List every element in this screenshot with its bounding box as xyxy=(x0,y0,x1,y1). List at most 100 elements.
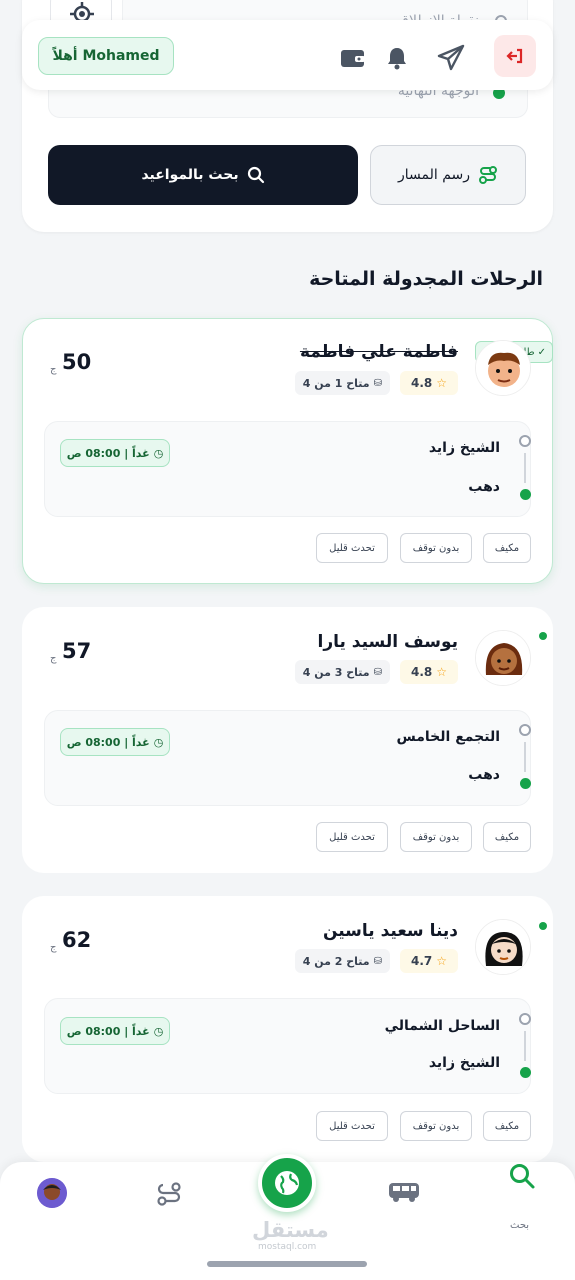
route-line xyxy=(524,742,526,772)
tag-ac: مكيف xyxy=(483,1111,531,1141)
driver-avatar-icon xyxy=(476,341,530,395)
star-icon: ☆ xyxy=(436,665,448,679)
destination-city: دهب xyxy=(468,479,500,495)
rating-value: 4.7 xyxy=(410,954,433,968)
currency: ج xyxy=(50,364,57,375)
tag-quiet: تحدث قليل xyxy=(316,1111,388,1141)
nav-profile[interactable] xyxy=(37,1178,67,1208)
avatar xyxy=(475,340,531,396)
route-icon xyxy=(479,166,498,184)
departure-time-label: غداً | 08:00 ص xyxy=(66,446,150,460)
globe-icon xyxy=(275,1171,299,1195)
nav-routes[interactable] xyxy=(155,1180,183,1208)
seat-icon: ⛁ xyxy=(373,666,382,678)
profile-avatar-icon xyxy=(37,1178,67,1208)
clock-icon: ◷ xyxy=(153,735,164,749)
watermark: مستقل xyxy=(252,1218,329,1242)
origin-dot-icon xyxy=(519,435,531,447)
tag-nonstop: بدون توقف xyxy=(400,822,472,852)
currency: ج xyxy=(50,942,57,953)
seats-badge: ⛁ متاح 1 من 4 xyxy=(294,371,390,395)
online-indicator xyxy=(539,922,547,930)
currency: ج xyxy=(50,653,57,664)
search-icon xyxy=(247,166,264,184)
seats-label: متاح 3 من 4 xyxy=(302,665,370,679)
logout-button[interactable] xyxy=(494,35,536,77)
paper-plane-icon xyxy=(437,44,465,71)
tag-nonstop: بدون توقف xyxy=(400,533,472,563)
rating-value: 4.8 xyxy=(410,376,433,390)
nav-search[interactable] xyxy=(508,1162,536,1190)
nav-trips[interactable] xyxy=(387,1178,421,1206)
departure-time: ◷ غداً | 08:00 ص xyxy=(60,1017,170,1045)
check-icon: ✓ xyxy=(537,346,546,358)
trip-price: 57 xyxy=(62,639,92,663)
rating-value: 4.8 xyxy=(410,665,433,679)
destination-dot-icon xyxy=(520,1067,531,1078)
rating-badge: 4.8 ☆ xyxy=(400,371,458,395)
notifications-button[interactable] xyxy=(377,38,417,78)
bell-icon xyxy=(388,48,406,70)
watermark-url: mostaql.com xyxy=(258,1242,317,1252)
seats-label: متاح 1 من 4 xyxy=(302,376,370,390)
origin-city: التجمع الخامس xyxy=(396,729,500,745)
driver-avatar-icon xyxy=(476,631,530,685)
search-schedules-button[interactable]: بحث بالمواعيد xyxy=(48,145,358,205)
bus-icon xyxy=(389,1183,419,1202)
driver-name: دينا سعيد ياسين xyxy=(322,921,458,941)
tag-nonstop: بدون توقف xyxy=(400,1111,472,1141)
star-icon: ☆ xyxy=(436,954,448,968)
wallet-button[interactable] xyxy=(333,38,373,78)
destination-city: الشيخ زايد xyxy=(428,1055,500,1071)
rating-badge: 4.8 ☆ xyxy=(400,660,458,684)
departure-time-label: غداً | 08:00 ص xyxy=(66,735,150,749)
online-indicator xyxy=(539,632,547,640)
route-summary xyxy=(44,998,531,1094)
tag-ac: مكيف xyxy=(483,822,531,852)
route-summary xyxy=(44,421,531,517)
star-icon: ☆ xyxy=(436,376,448,390)
draw-route-button[interactable]: رسم المسار xyxy=(370,145,526,205)
seat-icon: ⛁ xyxy=(373,377,382,389)
clock-icon: ◷ xyxy=(153,446,164,460)
driver-avatar-icon xyxy=(476,920,530,974)
seats-badge: ⛁ متاح 2 من 4 xyxy=(294,949,390,973)
rating-badge: 4.7 ☆ xyxy=(400,949,458,973)
route-line xyxy=(524,1031,526,1061)
route-line xyxy=(524,453,526,483)
avatar xyxy=(475,919,531,975)
route-summary xyxy=(44,710,531,806)
logout-icon xyxy=(506,48,523,64)
driver-name: فاطمة علي فاطمة xyxy=(299,342,458,362)
origin-dot-icon xyxy=(519,724,531,736)
departure-time: ◷ غداً | 08:00 ص xyxy=(60,439,170,467)
seat-icon: ⛁ xyxy=(373,955,382,967)
home-indicator xyxy=(207,1261,367,1267)
trip-price: 62 xyxy=(62,928,92,952)
trip-price: 50 xyxy=(62,350,92,374)
send-button[interactable] xyxy=(431,38,471,78)
seats-badge: ⛁ متاح 3 من 4 xyxy=(294,660,390,684)
nav-search-label: بحث xyxy=(510,1220,530,1231)
destination-dot-icon xyxy=(520,489,531,500)
tag-ac: مكيف xyxy=(483,533,531,563)
departure-time-label: غداً | 08:00 ص xyxy=(66,1024,150,1038)
greeting-badge: أهلاً Mohamed xyxy=(38,37,174,75)
draw-route-label: رسم المسار xyxy=(397,167,471,183)
seats-label: متاح 2 من 4 xyxy=(302,954,370,968)
route-icon xyxy=(157,1182,181,1206)
driver-name: يوسف السيد يارا xyxy=(317,632,459,652)
destination-city: دهب xyxy=(468,767,500,783)
search-icon xyxy=(510,1164,535,1189)
origin-city: الشيخ زايد xyxy=(428,440,500,456)
nav-explore-button[interactable] xyxy=(258,1154,316,1212)
tag-quiet: تحدث قليل xyxy=(316,533,388,563)
clock-icon: ◷ xyxy=(153,1024,164,1038)
section-title: الرحلات المجدولة المتاحة xyxy=(309,268,543,290)
avatar xyxy=(475,630,531,686)
wallet-icon xyxy=(341,50,365,67)
search-schedules-label: بحث بالمواعيد xyxy=(141,167,239,183)
departure-time: ◷ غداً | 08:00 ص xyxy=(60,728,170,756)
origin-dot-icon xyxy=(519,1013,531,1025)
destination-dot-icon xyxy=(520,778,531,789)
